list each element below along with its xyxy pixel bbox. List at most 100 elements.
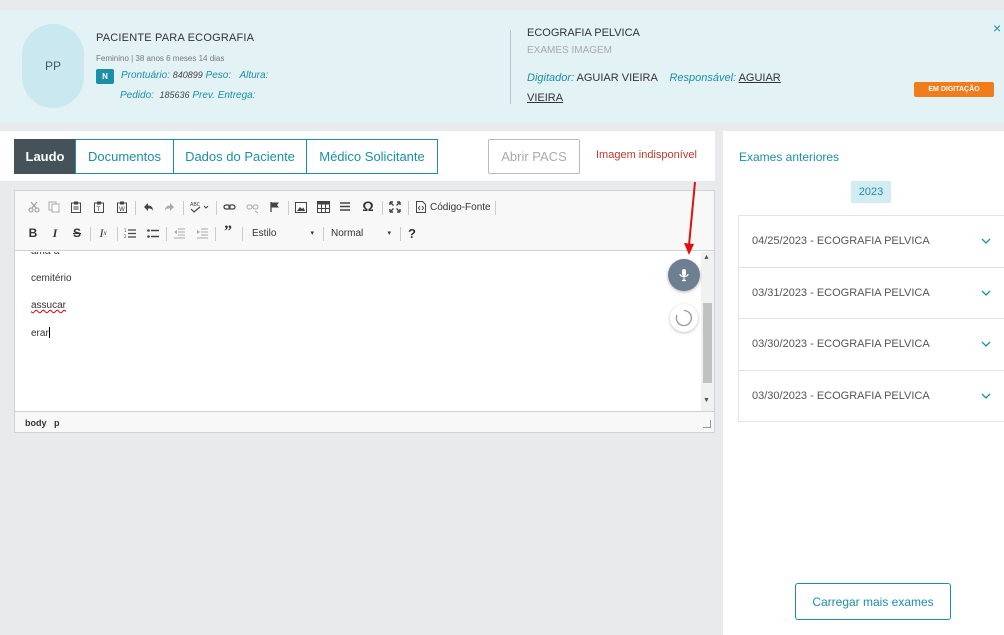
microphone-icon [679, 269, 689, 282]
current-line-text: erar [31, 328, 49, 339]
italic-icon[interactable]: I [49, 226, 61, 240]
spinner-icon [675, 309, 693, 327]
outdent-icon[interactable] [172, 226, 186, 240]
pedido-value: 185636 [159, 90, 190, 100]
svg-text:2: 2 [124, 234, 127, 239]
exam-entry-label: 03/31/2023 - ECOGRAFIA PELVICA [752, 286, 930, 299]
text-line: cemitério [31, 273, 72, 284]
more-options-icon[interactable]: ⋮ [1000, 82, 1004, 96]
table-icon[interactable] [316, 200, 330, 214]
scroll-up-icon[interactable]: ▲ [703, 254, 710, 261]
style-dropdown[interactable]: Estilo ▾ [248, 224, 318, 242]
maximize-icon[interactable] [388, 200, 402, 214]
indent-icon[interactable] [195, 226, 209, 240]
list-item[interactable]: 03/30/2023 - ECOGRAFIA PELVICA [739, 319, 1004, 371]
digitador-label: Digitador: [527, 72, 575, 84]
text-line: ama-a [31, 252, 59, 257]
tab-documentos[interactable]: Documentos [75, 139, 174, 174]
format-dropdown[interactable]: Normal ▾ [327, 224, 395, 242]
editor-scrollbar[interactable]: ▲ ▼ [701, 252, 714, 411]
previous-exams-title: Exames anteriores [739, 150, 840, 164]
list-item[interactable]: 03/31/2023 - ECOGRAFIA PELVICA [739, 268, 1004, 319]
patient-badge: N [96, 69, 114, 84]
undo-icon[interactable] [141, 200, 155, 214]
close-icon[interactable]: × [993, 20, 1001, 36]
pedido-label: Pedido: [120, 90, 154, 101]
strike-icon[interactable]: S [71, 226, 83, 240]
tab-medico-solicitante[interactable]: Médico Solicitante [306, 139, 438, 174]
patient-info: Feminino | 38 anos 6 meses 14 dias [96, 54, 225, 63]
digitador-value: AGUIAR VIEIRA [576, 72, 658, 84]
link-icon[interactable] [222, 200, 236, 214]
image-icon[interactable] [294, 200, 308, 214]
cut-icon[interactable] [27, 200, 41, 214]
svg-text:T: T [96, 206, 101, 213]
bold-icon[interactable]: B [27, 226, 39, 240]
previous-exams-panel: Exames anteriores 2023 04/25/2023 - ECOG… [723, 131, 1004, 635]
responsavel-label: Responsável: [669, 72, 737, 84]
previous-exams-list: 04/25/2023 - ECOGRAFIA PELVICA 03/31/202… [738, 215, 1004, 422]
style-dropdown-value: Estilo [252, 227, 277, 239]
source-icon[interactable] [415, 200, 427, 214]
responsavel-link[interactable]: AGUIAR [739, 72, 781, 84]
spellcheck-icon[interactable]: ABC [189, 199, 211, 215]
path-body[interactable]: body [25, 418, 47, 428]
responsavel-link-2[interactable]: VIEIRA [527, 92, 563, 104]
tab-laudo[interactable]: Laudo [14, 139, 76, 174]
text-line-current: erar [31, 327, 50, 339]
horizontal-rule-icon[interactable] [338, 200, 352, 214]
help-icon[interactable]: ? [406, 225, 418, 241]
unlink-icon[interactable] [245, 200, 259, 214]
prontuario-label: Prontuário: [121, 70, 170, 81]
patient-header: PP PACIENTE PARA ECOGRAFIA Feminino | 38… [0, 10, 1004, 123]
chevron-down-icon: ▾ [310, 230, 314, 237]
altura-label: Altura: [239, 70, 269, 81]
editor-path-bar: body p [15, 411, 714, 432]
header-divider [510, 30, 511, 104]
redo-icon[interactable] [163, 200, 177, 214]
load-more-button[interactable]: Carregar mais exames [795, 583, 951, 620]
microphone-button[interactable] [668, 259, 700, 291]
bullet-list-icon[interactable] [146, 226, 160, 240]
chevron-down-icon [981, 238, 991, 244]
special-char-icon[interactable]: Ω [361, 198, 375, 214]
tab-dados-paciente[interactable]: Dados do Paciente [173, 139, 307, 174]
text-caret [48, 327, 50, 338]
element-path: body p [25, 418, 60, 428]
path-p[interactable]: p [54, 418, 60, 428]
format-dropdown-value: Normal [331, 227, 364, 239]
report-editor: T W ABC Ω Código-Fonte B I S I x 1 2 ” E… [14, 190, 715, 433]
scrollbar-thumb[interactable] [703, 303, 712, 383]
copy-icon[interactable] [47, 200, 61, 214]
prev-entrega-label: Prev. Entrega: [192, 90, 256, 101]
image-unavailable-text: Imagem indisponível [596, 149, 697, 161]
patient-row-2: Pedido: 185636 Prev. Entrega: [120, 90, 256, 101]
exam-entry-label: 04/25/2023 - ECOGRAFIA PELVICA [752, 235, 930, 247]
list-item[interactable]: 03/30/2023 - ECOGRAFIA PELVICA [739, 371, 1004, 422]
chevron-down-icon: ▾ [387, 230, 391, 237]
loading-spinner [670, 304, 698, 332]
paste-icon[interactable] [69, 200, 83, 214]
scroll-down-icon[interactable]: ▼ [703, 397, 710, 404]
exam-type: EXAMES IMAGEM [527, 45, 613, 56]
paste-text-icon[interactable]: T [92, 200, 106, 214]
resize-handle[interactable] [703, 420, 711, 428]
abrir-pacs-button[interactable]: Abrir PACS [488, 139, 580, 174]
remove-format-icon[interactable]: Ix [96, 226, 110, 240]
svg-text:1: 1 [124, 228, 127, 233]
blockquote-icon[interactable]: ” [221, 223, 235, 240]
anchor-icon[interactable] [268, 200, 282, 214]
paste-word-icon[interactable]: W [115, 200, 129, 214]
svg-text:W: W [119, 206, 125, 213]
peso-label: Peso: [205, 70, 232, 81]
source-button-label[interactable]: Código-Fonte [430, 199, 491, 215]
numbered-list-icon[interactable]: 12 [123, 226, 137, 240]
digitador-row: Digitador: AGUIAR VIEIRA Responsável: AG… [527, 72, 781, 84]
list-item[interactable]: 04/25/2023 - ECOGRAFIA PELVICA [739, 216, 1004, 268]
year-badge[interactable]: 2023 [851, 181, 891, 203]
exam-entry-label: 03/30/2023 - ECOGRAFIA PELVICA [752, 338, 930, 350]
patient-name: PACIENTE PARA ECOGRAFIA [96, 32, 255, 44]
editor-content[interactable]: ama-a cemitério assucar erar [15, 252, 701, 411]
exam-name: ECOGRAFIA PELVICA [527, 27, 640, 39]
exam-entry-label: 03/30/2023 - ECOGRAFIA PELVICA [752, 389, 930, 402]
